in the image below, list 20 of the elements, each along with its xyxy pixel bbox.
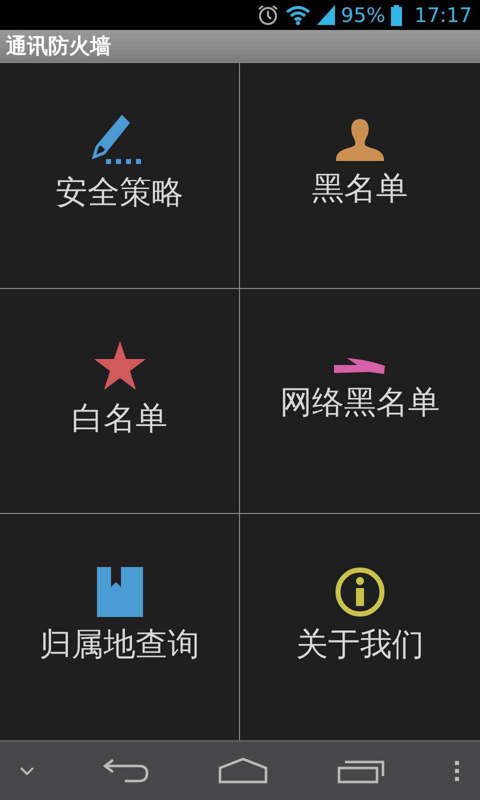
info-icon [335, 567, 385, 618]
brush-stroke-icon [333, 356, 387, 375]
star-icon [92, 340, 146, 391]
back-icon[interactable] [103, 758, 149, 784]
home-icon[interactable] [218, 758, 268, 784]
menu-tile[interactable]: 安全策略 [0, 63, 240, 289]
person-icon [335, 119, 385, 162]
battery-icon [391, 4, 402, 26]
battery-percent: 95% [340, 3, 386, 27]
chevron-down-icon[interactable] [20, 767, 34, 775]
app-title: 通讯防火墙 [6, 33, 111, 60]
overflow-menu-icon[interactable] [454, 761, 460, 781]
menu-tile[interactable]: 白名单 [0, 288, 240, 514]
book-icon [96, 567, 142, 618]
alarm-icon [256, 4, 279, 26]
menu-tile[interactable]: 网络黑名单 [240, 288, 480, 514]
recent-apps-icon[interactable] [337, 758, 385, 784]
wifi-icon [284, 5, 311, 25]
clock: 17:17 [414, 3, 472, 27]
signal-icon [316, 5, 335, 25]
